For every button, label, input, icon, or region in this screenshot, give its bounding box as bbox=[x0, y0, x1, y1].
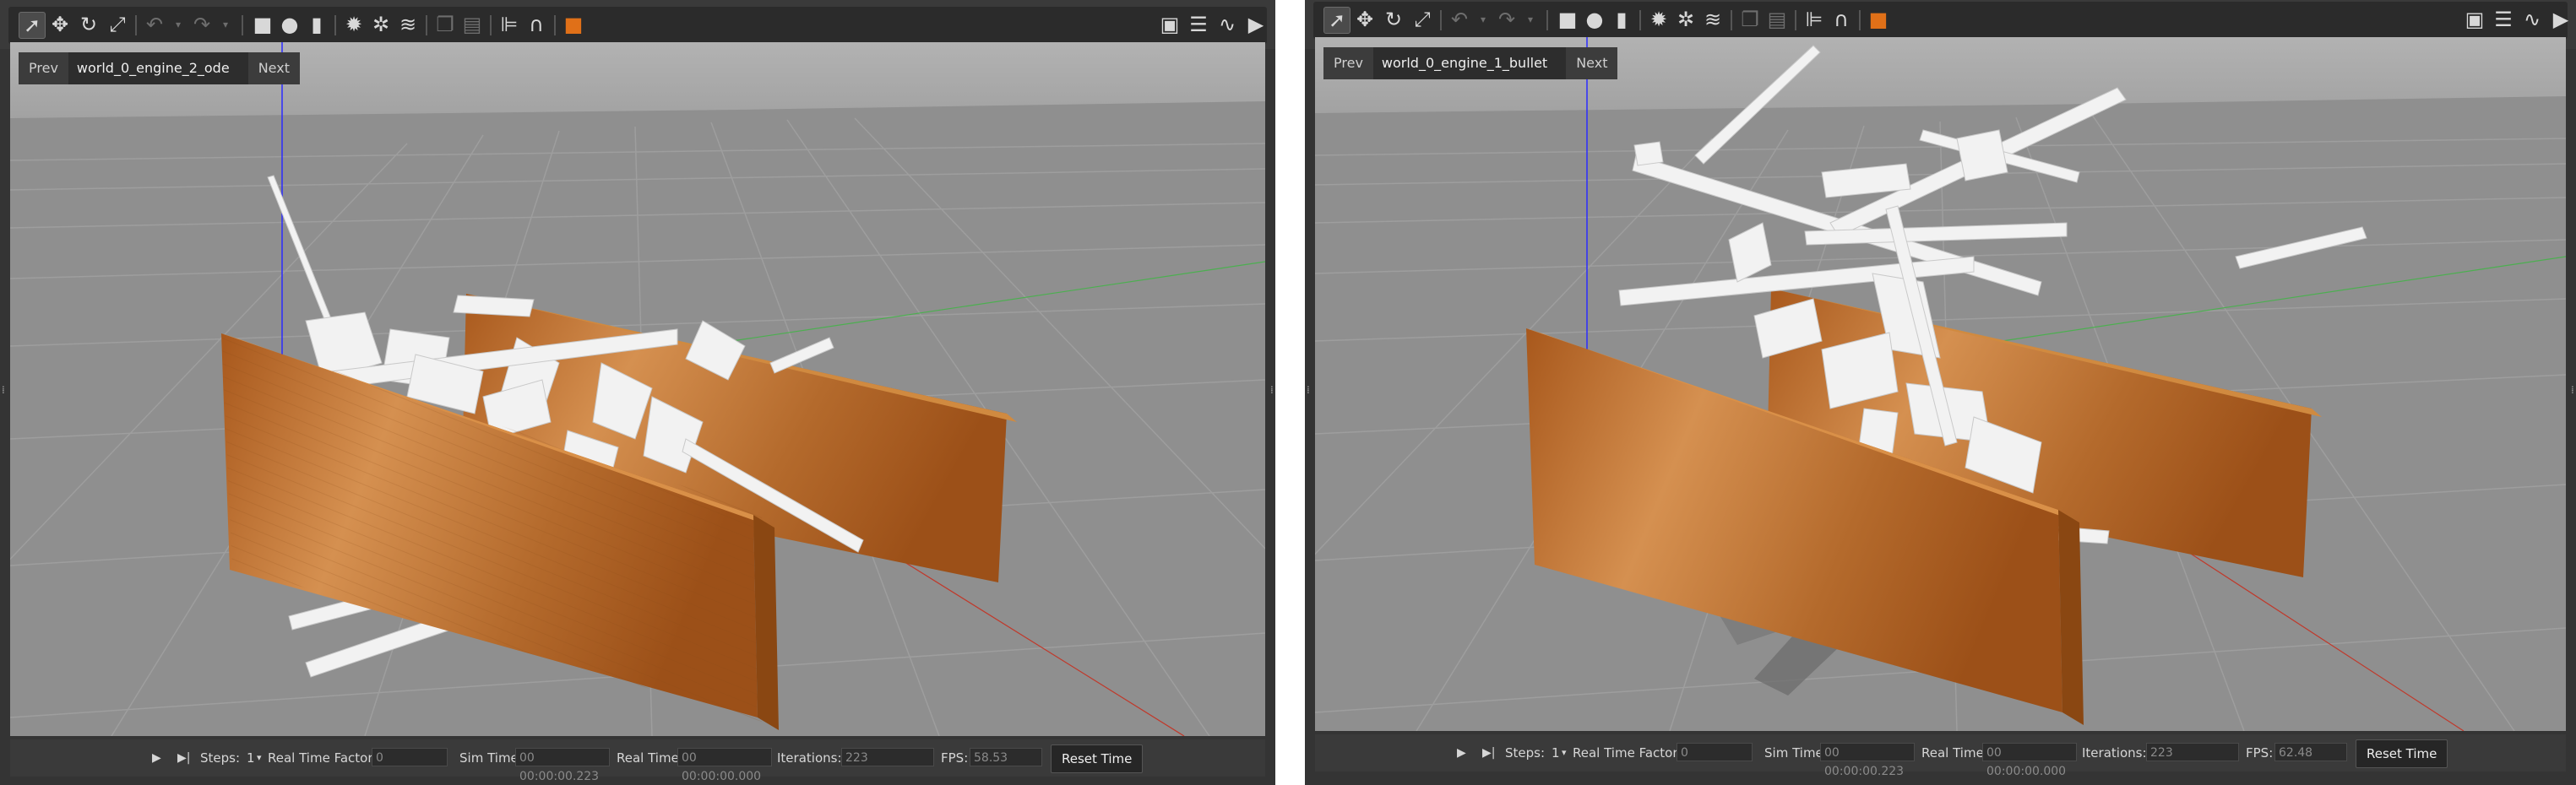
view-angle-icon[interactable]: ■ bbox=[561, 12, 586, 37]
left-splitter-handle[interactable]: ⁞ bbox=[2, 384, 5, 399]
copy-icon[interactable]: ❐ bbox=[432, 12, 458, 37]
video-record-icon[interactable]: ▶ bbox=[2548, 7, 2573, 32]
copy-icon[interactable]: ❐ bbox=[1737, 7, 1763, 32]
steps-value[interactable]: 1 bbox=[1552, 734, 1560, 771]
plot-icon[interactable]: ∿ bbox=[1215, 12, 1240, 37]
real-time-field: 00 00:00:00.000 bbox=[677, 748, 772, 783]
world-name: world_0_engine_2_ode bbox=[76, 60, 230, 76]
directional-light-icon[interactable]: ≋ bbox=[395, 12, 421, 37]
undo-dropdown-icon[interactable]: ▾ bbox=[166, 12, 191, 37]
real-time-factor-label: Real Time Factor: bbox=[268, 750, 378, 766]
log-icon[interactable]: ☰ bbox=[2491, 7, 2516, 32]
gazebo-window-right: ➚ ✥ ↻ ⤢ ↶ ▾ ↷ ▾ ■ ● ▮ ✹ ✲ ≋ ❐ ▤ ⊫ ∩ ■ ▣ bbox=[1305, 0, 2576, 785]
redo-icon[interactable]: ↷ bbox=[1494, 7, 1519, 32]
scene-render bbox=[10, 42, 1265, 736]
undo-icon[interactable]: ↶ bbox=[1447, 7, 1472, 32]
play-icon[interactable]: ▶ bbox=[152, 739, 161, 777]
translate-icon[interactable]: ✥ bbox=[1352, 7, 1378, 32]
reset-time-button[interactable]: Reset Time bbox=[1051, 744, 1144, 773]
sim-time-field: 00 00:00:00.223 bbox=[515, 748, 610, 783]
steps-label: Steps: bbox=[200, 750, 241, 766]
log-icon[interactable]: ☰ bbox=[1186, 12, 1211, 37]
redo-dropdown-icon[interactable]: ▾ bbox=[1518, 7, 1543, 32]
video-record-icon[interactable]: ▶ bbox=[1243, 12, 1269, 37]
cylinder-icon[interactable]: ▮ bbox=[304, 12, 329, 37]
fps-label: FPS: bbox=[941, 750, 969, 766]
3d-viewport[interactable]: Prev world_0_engine_1_bullet Next bbox=[1315, 37, 2566, 731]
real-time-factor-field: 0 bbox=[1677, 743, 1753, 761]
gazebo-window-left: ➚ ✥ ↻ ⤢ ↶ ▾ ↷ ▾ ■ ● ▮ ✹ ✲ ≋ ❐ ▤ ⊫ ∩ ■ ▣ bbox=[0, 0, 1275, 785]
scene-render bbox=[1315, 37, 2566, 731]
right-splitter-handle[interactable]: ⁞ bbox=[1270, 384, 1274, 399]
world-navigator: Prev world_0_engine_1_bullet Next bbox=[1323, 47, 1618, 79]
snap-icon[interactable]: ∩ bbox=[524, 12, 549, 37]
fps-field: 62.48 bbox=[2274, 743, 2347, 761]
spot-light-icon[interactable]: ✲ bbox=[368, 12, 394, 37]
steps-value[interactable]: 1 bbox=[247, 739, 255, 777]
steps-dropdown-icon[interactable]: ▾ bbox=[1562, 734, 1567, 771]
iterations-field: 223 bbox=[2146, 743, 2239, 761]
redo-dropdown-icon[interactable]: ▾ bbox=[213, 12, 238, 37]
paste-icon[interactable]: ▤ bbox=[459, 12, 485, 37]
iterations-field: 223 bbox=[841, 748, 934, 766]
prev-button[interactable]: Prev bbox=[19, 52, 68, 84]
status-bar: ▶ ▶| Steps: 1 ▾ Real Time Factor: 0 Sim … bbox=[1315, 734, 2566, 778]
screenshot-icon[interactable]: ▣ bbox=[1157, 12, 1182, 37]
fps-field: 58.53 bbox=[970, 748, 1042, 766]
redo-icon[interactable]: ↷ bbox=[189, 12, 215, 37]
select-arrow-icon[interactable]: ➚ bbox=[1323, 7, 1350, 34]
undo-icon[interactable]: ↶ bbox=[142, 12, 167, 37]
step-icon[interactable]: ▶| bbox=[177, 739, 190, 777]
scale-icon[interactable]: ⤢ bbox=[105, 12, 130, 37]
3d-viewport[interactable]: Prev world_0_engine_2_ode Next bbox=[10, 42, 1265, 736]
real-time-label: Real Time: bbox=[1921, 745, 1988, 761]
left-splitter-handle[interactable]: ⁞ bbox=[1307, 384, 1310, 399]
plot-icon[interactable]: ∿ bbox=[2519, 7, 2545, 32]
next-button[interactable]: Next bbox=[247, 52, 300, 84]
view-angle-icon[interactable]: ■ bbox=[1866, 7, 1891, 32]
rotate-icon[interactable]: ↻ bbox=[76, 12, 101, 37]
point-light-icon[interactable]: ✹ bbox=[1646, 7, 1671, 32]
sim-time-label: Sim Time: bbox=[1764, 745, 1828, 761]
directional-light-icon[interactable]: ≋ bbox=[1700, 7, 1725, 32]
align-icon[interactable]: ⊫ bbox=[497, 12, 522, 37]
real-time-factor-field: 0 bbox=[372, 748, 448, 766]
snap-icon[interactable]: ∩ bbox=[1829, 7, 1854, 32]
spot-light-icon[interactable]: ✲ bbox=[1673, 7, 1698, 32]
iterations-label: Iterations: bbox=[2082, 745, 2147, 761]
next-button[interactable]: Next bbox=[1566, 47, 1618, 79]
fps-label: FPS: bbox=[2246, 745, 2274, 761]
world-navigator: Prev world_0_engine_2_ode Next bbox=[19, 52, 300, 84]
real-time-label: Real Time: bbox=[617, 750, 683, 766]
paste-icon[interactable]: ▤ bbox=[1764, 7, 1790, 32]
right-splitter-handle[interactable]: ⁞ bbox=[2571, 384, 2574, 399]
rotate-icon[interactable]: ↻ bbox=[1381, 7, 1406, 32]
status-bar: ▶ ▶| Steps: 1 ▾ Real Time Factor: 0 Sim … bbox=[10, 739, 1265, 783]
iterations-label: Iterations: bbox=[777, 750, 842, 766]
real-time-factor-label: Real Time Factor: bbox=[1573, 745, 1682, 761]
box-icon[interactable]: ■ bbox=[1555, 7, 1580, 32]
prev-button[interactable]: Prev bbox=[1323, 47, 1373, 79]
real-time-field: 00 00:00:00.000 bbox=[1982, 743, 2077, 778]
reset-time-button[interactable]: Reset Time bbox=[2356, 739, 2448, 768]
sim-time-label: Sim Time: bbox=[459, 750, 523, 766]
step-icon[interactable]: ▶| bbox=[1482, 734, 1495, 771]
screenshot-icon[interactable]: ▣ bbox=[2462, 7, 2487, 32]
steps-dropdown-icon[interactable]: ▾ bbox=[257, 739, 262, 777]
cylinder-icon[interactable]: ▮ bbox=[1609, 7, 1634, 32]
translate-icon[interactable]: ✥ bbox=[47, 12, 73, 37]
undo-dropdown-icon[interactable]: ▾ bbox=[1470, 7, 1496, 32]
scale-icon[interactable]: ⤢ bbox=[1410, 7, 1435, 32]
sphere-icon[interactable]: ● bbox=[1582, 7, 1607, 32]
point-light-icon[interactable]: ✹ bbox=[341, 12, 367, 37]
align-icon[interactable]: ⊫ bbox=[1802, 7, 1827, 32]
play-icon[interactable]: ▶ bbox=[1457, 734, 1466, 771]
select-arrow-icon[interactable]: ➚ bbox=[19, 12, 46, 39]
world-name: world_0_engine_1_bullet bbox=[1381, 55, 1548, 71]
steps-label: Steps: bbox=[1505, 745, 1546, 761]
sim-time-field: 00 00:00:00.223 bbox=[1820, 743, 1915, 778]
sphere-icon[interactable]: ● bbox=[277, 12, 302, 37]
box-icon[interactable]: ■ bbox=[250, 12, 275, 37]
